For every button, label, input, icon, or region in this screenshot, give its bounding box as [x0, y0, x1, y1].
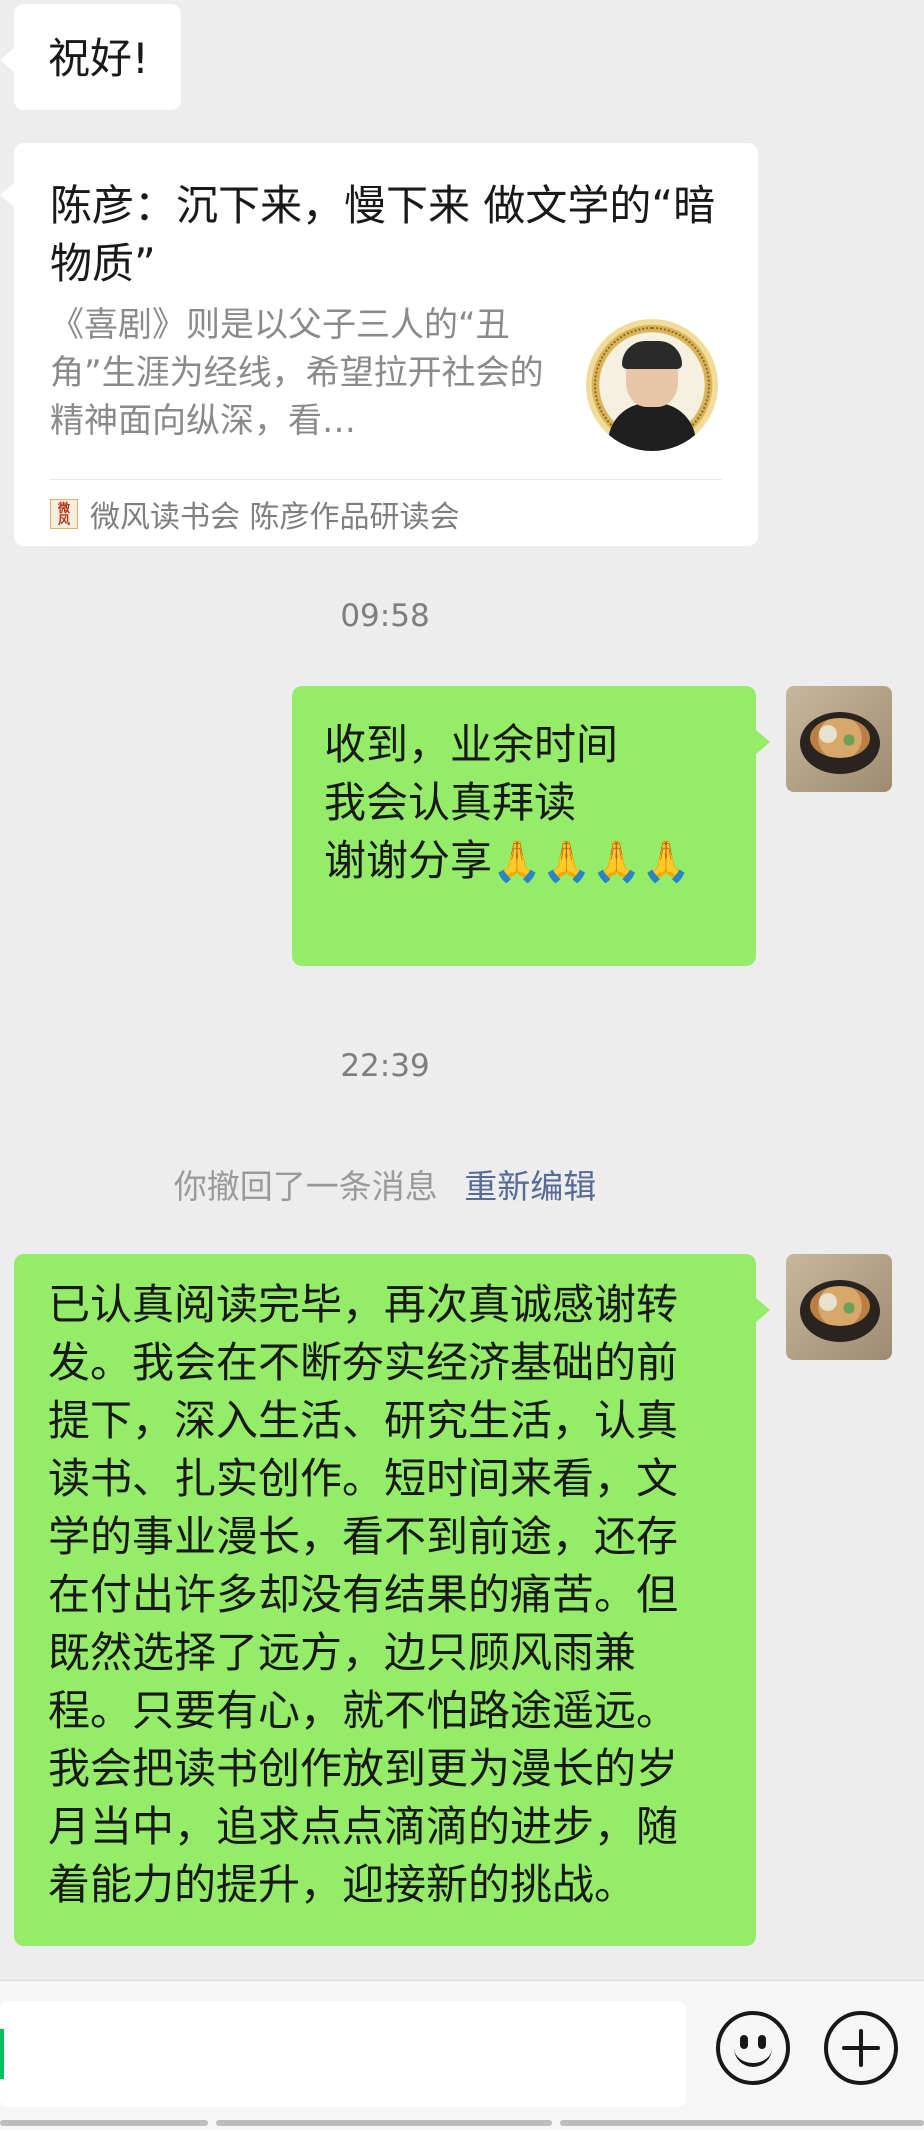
text-caret: [0, 2029, 4, 2079]
link-card-divider: [50, 479, 722, 480]
message-line: 月当中，追求点点滴滴的进步，随: [48, 1802, 679, 1851]
message-line: 已认真阅读完毕，再次真诚感谢转: [48, 1280, 679, 1329]
message-line: 既然选择了远方，边只顾风雨兼: [48, 1628, 637, 1677]
message-bubble-greeting[interactable]: 祝好!: [0, 4, 181, 110]
message-text: 谢谢分享: [324, 836, 493, 885]
message-line: 发。我会在不断夯实经济基础的前: [48, 1338, 679, 1387]
message-line: 程。只要有心，就不怕路途遥远。: [48, 1686, 679, 1735]
message-line: 谢谢分享🙏🙏🙏🙏: [324, 832, 726, 891]
link-card-title: 陈彦：沉下来，慢下来 做文学的“暗物质”: [50, 181, 716, 288]
message-line: 着能力的提升，迎接新的挑战。: [48, 1860, 637, 1909]
emoji-mouth: [734, 2045, 772, 2067]
avatar-food: [810, 718, 870, 758]
re-edit-link[interactable]: 重新编辑: [464, 1167, 596, 1206]
message-line: 提下，深入生活、研究生活，认真: [48, 1396, 679, 1445]
message-bubble-reply-2[interactable]: 已认真阅读完毕，再次真诚感谢转 发。我会在不断夯实经济基础的前 提下，深入生活、…: [14, 1254, 770, 1946]
chat-screen: 祝好! 陈彦：沉下来，慢下来 做文学的“暗物质” 《喜剧》则是以父子三人的“丑角…: [0, 0, 924, 2130]
portrait-hair: [622, 341, 682, 369]
message-line: 读书、扎实创作。短时间来看，文: [48, 1454, 679, 1503]
link-card-source-label: 微风读书会 陈彦作品研读会: [90, 500, 460, 535]
message-line: 我会把读书创作放到更为漫长的岁: [48, 1744, 679, 1793]
message-line: 收到，业余时间: [324, 720, 619, 769]
message-bubble-reply-1[interactable]: 收到，业余时间 我会认真拜读 谢谢分享🙏🙏🙏🙏: [292, 686, 770, 966]
link-card-description: 《喜剧》则是以父子三人的“丑角”生涯为经线，希望拉开社会的精神面向纵深，看…: [50, 305, 544, 441]
source-logo-icon: 微风: [50, 499, 78, 529]
link-card[interactable]: 陈彦：沉下来，慢下来 做文学的“暗物质” 《喜剧》则是以父子三人的“丑角”生涯为…: [0, 143, 758, 546]
message-text: 祝好!: [48, 34, 149, 83]
recall-notice: 你撤回了一条消息 重新编辑: [0, 1160, 770, 1208]
nav-indicator-segment: [560, 2120, 924, 2126]
input-bar: [0, 1980, 924, 2130]
nav-indicator-segment: [0, 2120, 208, 2126]
self-avatar[interactable]: [786, 1254, 892, 1360]
timestamp: 09:58: [340, 598, 430, 634]
link-card-thumbnail: [586, 319, 718, 451]
message-line: 我会认真拜读: [324, 778, 577, 827]
self-avatar[interactable]: [786, 686, 892, 792]
message-line: 学的事业漫长，看不到前途，还存: [48, 1512, 679, 1561]
avatar-food: [810, 1286, 870, 1326]
pray-emoji: 🙏🙏🙏🙏: [492, 839, 692, 885]
emoji-icon[interactable]: [716, 2011, 790, 2085]
link-card-source: 微风 微风读书会 陈彦作品研读会: [50, 489, 460, 539]
timestamp: 22:39: [340, 1048, 430, 1084]
nav-indicator-segment: [216, 2120, 552, 2126]
plus-icon[interactable]: [824, 2011, 898, 2085]
message-line: 在付出许多却没有结果的痛苦。但: [48, 1570, 679, 1619]
message-input[interactable]: [0, 2001, 686, 2107]
recall-text: 你撤回了一条消息: [173, 1167, 438, 1206]
